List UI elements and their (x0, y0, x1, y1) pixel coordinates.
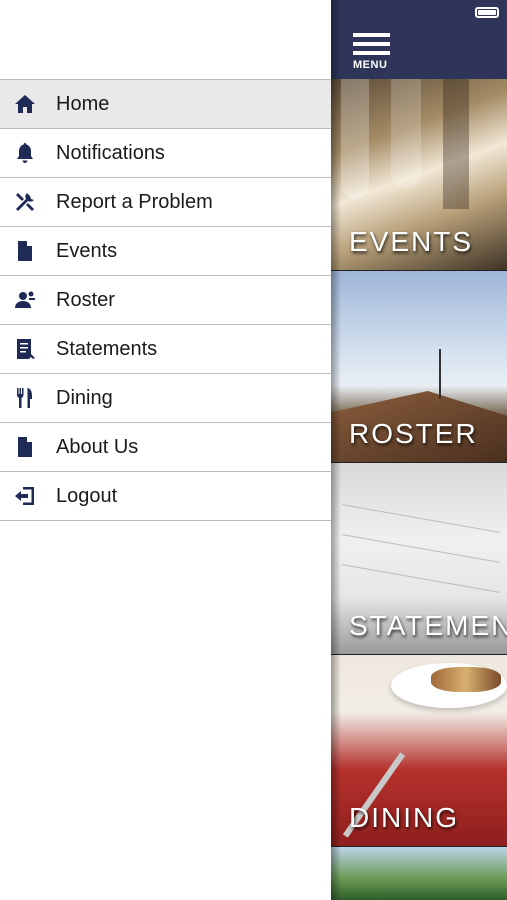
hamburger-icon (353, 33, 390, 37)
tile-label: ROSTER (349, 418, 478, 449)
drawer-item-logout[interactable]: Logout (0, 472, 331, 521)
drawer-item-label: Notifications (56, 141, 165, 164)
drawer-item-label: Events (56, 239, 118, 262)
main-content-panel: MENU EVENTS ROSTER STATEMENTS DINING (331, 0, 507, 900)
drawer-item-roster[interactable]: Roster (0, 276, 331, 325)
statement-icon (12, 336, 38, 362)
drawer-menu-list: Home Notifications Report a Problem Even… (0, 79, 331, 521)
paper-line (342, 534, 500, 563)
drawer-item-statements[interactable]: Statements (0, 325, 331, 374)
battery-icon (475, 7, 499, 18)
drawer-item-events[interactable]: Events (0, 227, 331, 276)
navigation-drawer: Home Notifications Report a Problem Even… (0, 0, 331, 900)
food-decoration (431, 667, 501, 692)
hamburger-icon-bar (353, 42, 390, 46)
paper-line (342, 564, 500, 593)
drawer-item-notifications[interactable]: Notifications (0, 129, 331, 178)
document-icon (12, 434, 38, 460)
tile-dining[interactable]: DINING (331, 655, 507, 846)
drawer-item-label: Dining (56, 386, 113, 409)
drawer-item-report-a-problem[interactable]: Report a Problem (0, 178, 331, 227)
logout-icon (12, 483, 38, 509)
tile-roster[interactable]: ROSTER (331, 271, 507, 462)
tile-next[interactable] (331, 847, 507, 900)
glass-decoration (341, 79, 369, 199)
drawer-item-about-us[interactable]: About Us (0, 423, 331, 472)
weathervane-decoration (439, 349, 441, 399)
tile-label: EVENTS (349, 226, 474, 257)
bell-icon (12, 140, 38, 166)
drawer-item-label: Report a Problem (56, 190, 213, 213)
menu-button[interactable]: MENU (353, 33, 393, 73)
drawer-item-label: About Us (56, 435, 139, 458)
drawer-item-home[interactable]: Home (0, 80, 331, 129)
drawer-item-label: Roster (56, 288, 115, 311)
hamburger-icon-bar (353, 51, 390, 55)
header-bar: MENU (331, 0, 507, 79)
tile-label: STATEMENTS (349, 610, 507, 641)
glass-decoration (391, 79, 421, 189)
tools-icon (12, 189, 38, 215)
drawer-item-label: Logout (56, 484, 118, 507)
document-icon (12, 238, 38, 264)
drawer-item-dining[interactable]: Dining (0, 374, 331, 423)
drawer-header-spacer (0, 0, 331, 79)
drawer-item-label: Statements (56, 337, 158, 360)
home-icon (12, 91, 38, 117)
tile-label: DINING (349, 802, 459, 833)
bottle-decoration (443, 79, 469, 209)
utensils-icon (12, 385, 38, 411)
person-icon (12, 287, 38, 313)
menu-button-label: MENU (353, 59, 388, 71)
drawer-item-label: Home (56, 92, 110, 115)
tile-events[interactable]: EVENTS (331, 79, 507, 270)
paper-line (342, 504, 500, 533)
tile-statements[interactable]: STATEMENTS (331, 463, 507, 654)
